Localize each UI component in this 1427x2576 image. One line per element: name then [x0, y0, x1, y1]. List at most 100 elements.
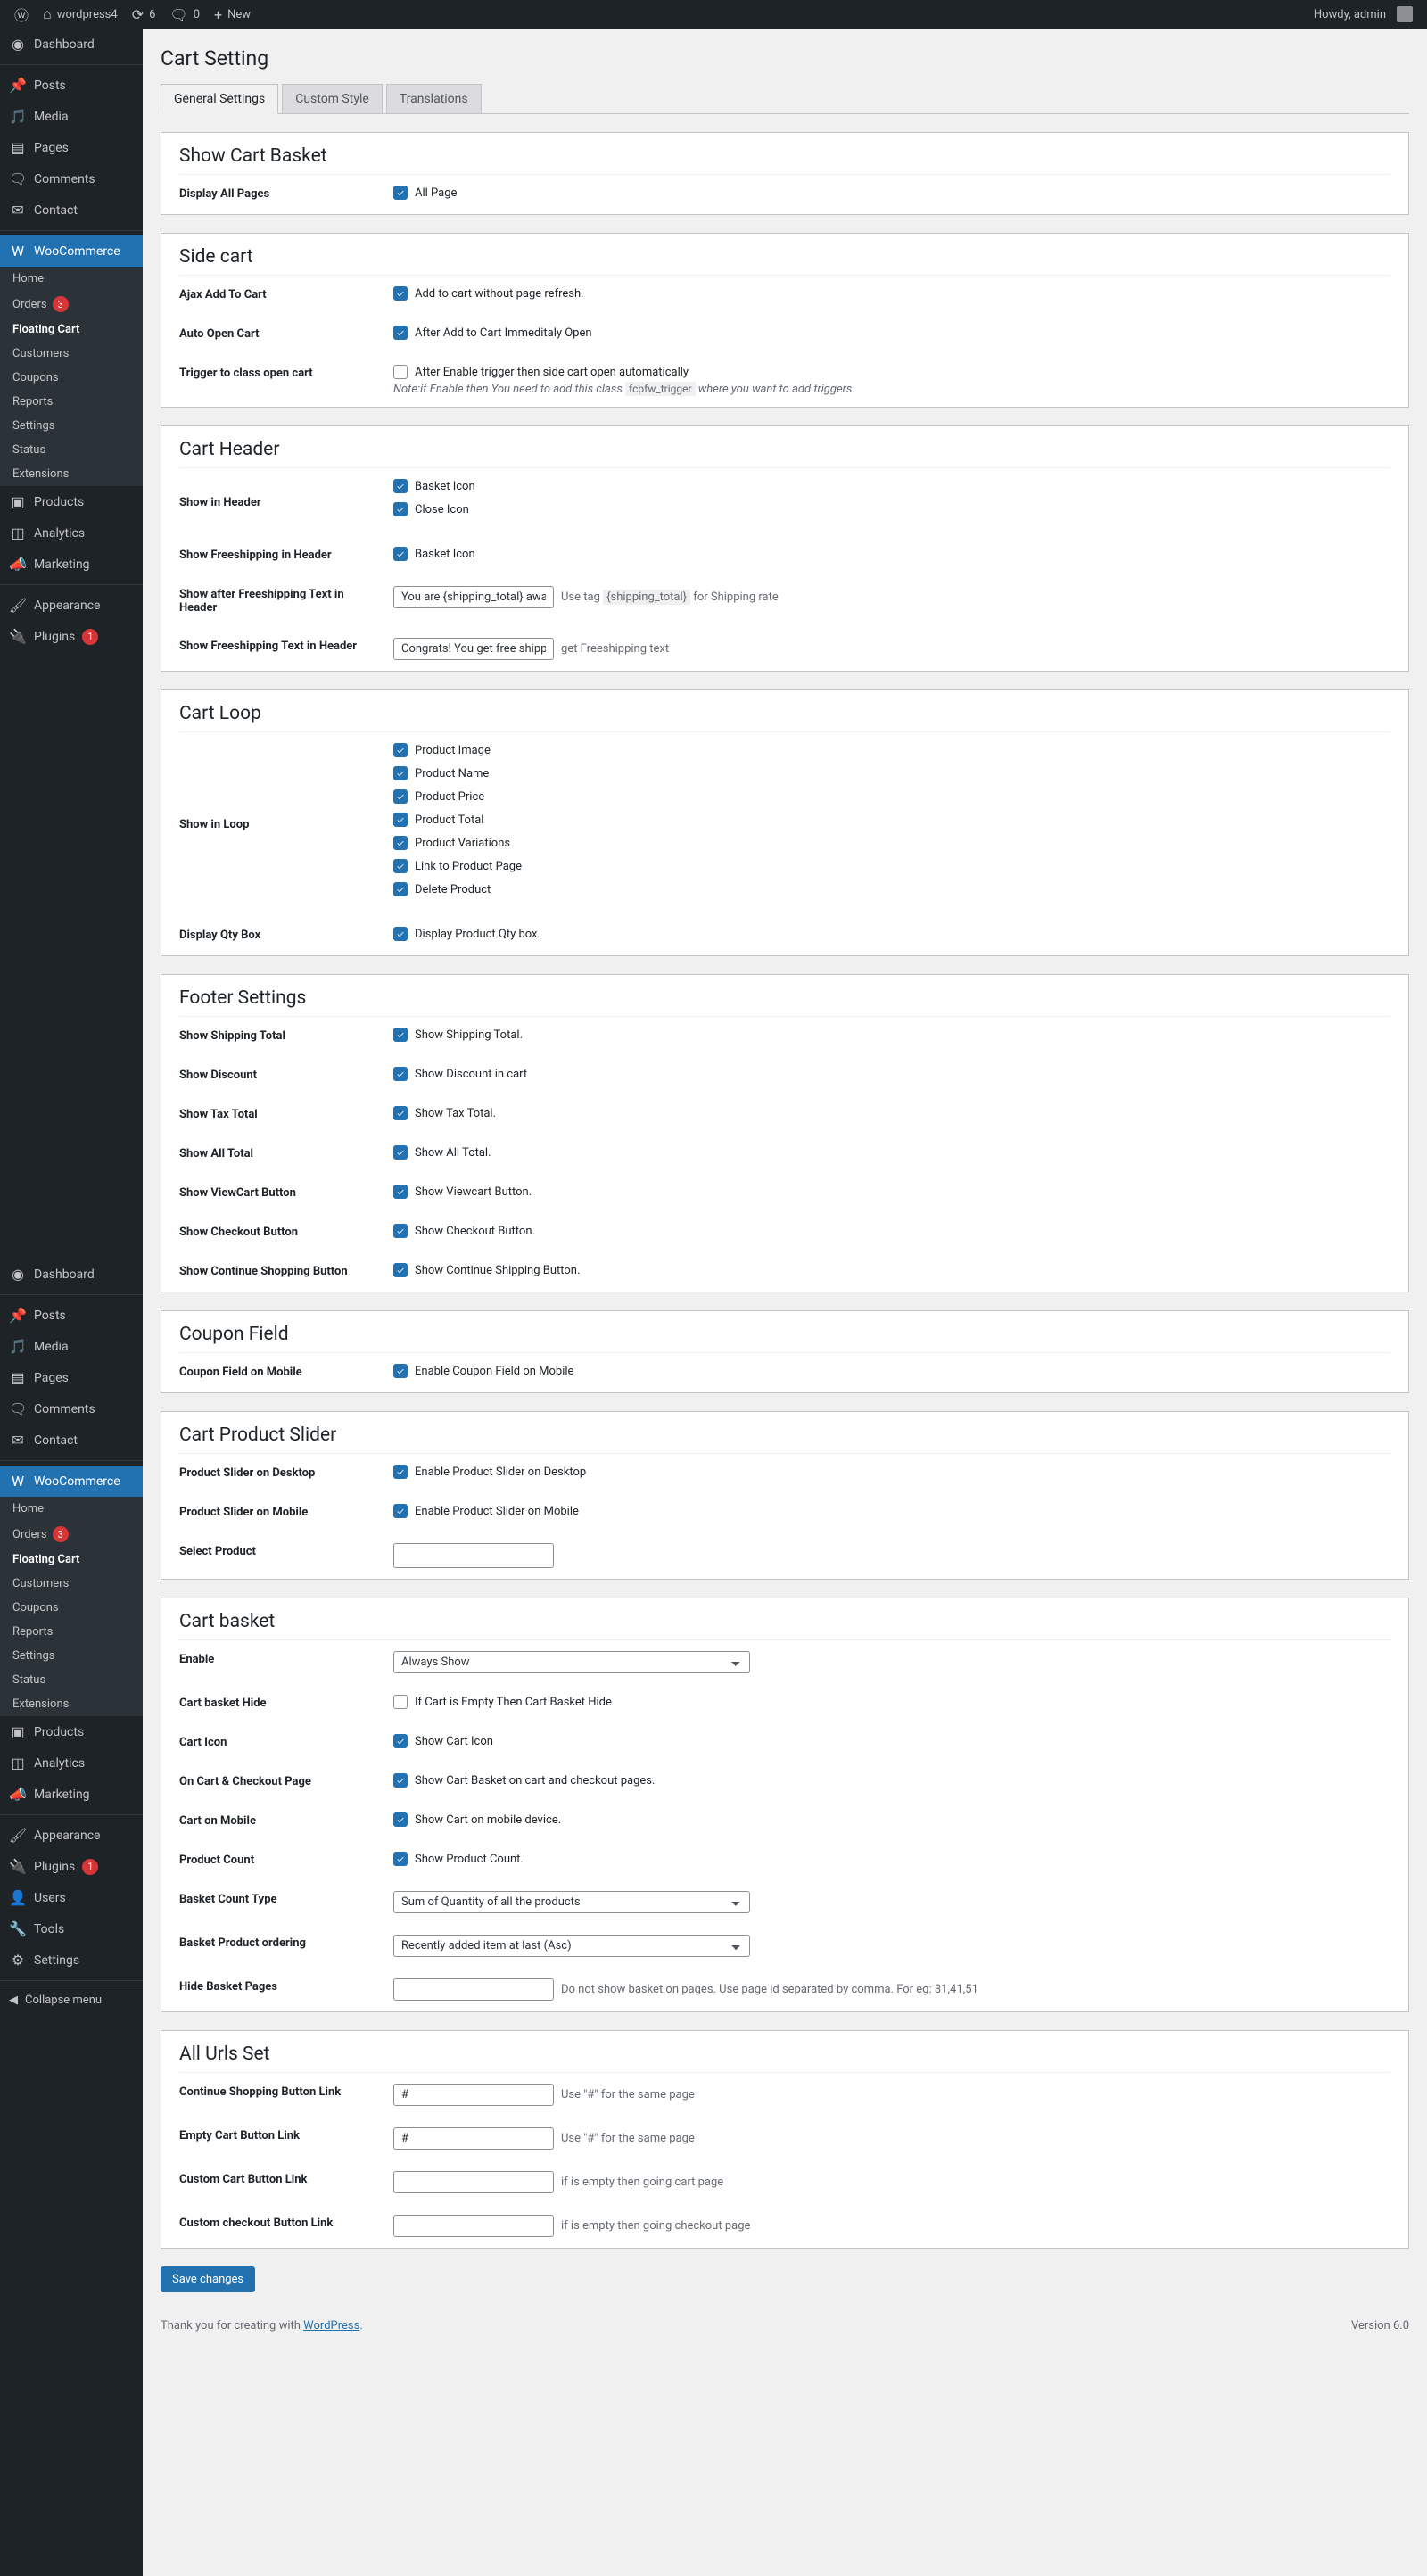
- menu-posts[interactable]: 📌Posts: [0, 70, 143, 101]
- text-input[interactable]: [393, 2084, 554, 2106]
- checkbox-row[interactable]: All Page: [393, 186, 1390, 200]
- footer-wp-link[interactable]: WordPress: [303, 2319, 359, 2332]
- submenu-woo-floating-cart[interactable]: Floating Cart: [0, 318, 143, 342]
- submenu-woo-customers2[interactable]: Customers: [0, 1572, 143, 1596]
- checkbox[interactable]: [393, 882, 408, 896]
- menu-analytics2[interactable]: ◫Analytics: [0, 1747, 143, 1779]
- collapse-menu[interactable]: ◀Collapse menu: [0, 1986, 143, 2014]
- checkbox-row[interactable]: Show Cart Icon: [393, 1734, 1390, 1748]
- checkbox[interactable]: [393, 743, 408, 757]
- menu-analytics[interactable]: ◫Analytics: [0, 517, 143, 549]
- checkbox[interactable]: [393, 1067, 408, 1081]
- checkbox-row[interactable]: Show Tax Total.: [393, 1106, 1390, 1120]
- updates[interactable]: ⟳6: [125, 0, 163, 29]
- menu-users[interactable]: 👤Users: [0, 1882, 143, 1913]
- submenu-woo-home2[interactable]: Home: [0, 1497, 143, 1521]
- checkbox[interactable]: [393, 479, 408, 493]
- submenu-woo-coupons2[interactable]: Coupons: [0, 1596, 143, 1620]
- submenu-woo-reports2[interactable]: Reports: [0, 1620, 143, 1644]
- text-input[interactable]: [393, 2127, 554, 2150]
- checkbox[interactable]: [393, 365, 408, 379]
- menu-contact2[interactable]: ✉Contact: [0, 1424, 143, 1456]
- checkbox[interactable]: [393, 502, 408, 516]
- select-product-input[interactable]: [393, 1543, 554, 1568]
- checkbox-row[interactable]: Show Cart Basket on cart and checkout pa…: [393, 1773, 1390, 1788]
- text-input[interactable]: [393, 638, 554, 660]
- checkbox-row[interactable]: Show Cart on mobile device.: [393, 1812, 1390, 1827]
- menu-posts2[interactable]: 📌Posts: [0, 1300, 143, 1331]
- checkbox-row[interactable]: Show Product Count.: [393, 1852, 1390, 1866]
- checkbox[interactable]: [393, 1465, 408, 1479]
- checkbox[interactable]: [393, 326, 408, 340]
- new-content[interactable]: +New: [207, 0, 258, 29]
- checkbox-row[interactable]: Product Variations: [393, 836, 1390, 850]
- menu-dashboard[interactable]: ◉Dashboard: [0, 29, 143, 60]
- checkbox[interactable]: [393, 1145, 408, 1160]
- checkbox[interactable]: [393, 286, 408, 301]
- select-input[interactable]: Recently added item at last (Asc): [393, 1935, 750, 1957]
- text-input[interactable]: [393, 1978, 554, 2001]
- select-input[interactable]: Always Show: [393, 1651, 750, 1673]
- text-input[interactable]: [393, 2171, 554, 2193]
- menu-appearance[interactable]: 🖌Appearance: [0, 590, 143, 621]
- checkbox[interactable]: [393, 766, 408, 780]
- checkbox-row[interactable]: Show All Total.: [393, 1145, 1390, 1160]
- my-account[interactable]: Howdy, admin: [1307, 0, 1420, 29]
- checkbox[interactable]: [393, 1504, 408, 1518]
- menu-appearance2[interactable]: 🖌Appearance: [0, 1820, 143, 1851]
- checkbox-row[interactable]: After Add to Cart Immeditaly Open: [393, 326, 1390, 340]
- submenu-woo-extensions2[interactable]: Extensions: [0, 1692, 143, 1716]
- checkbox-row[interactable]: Enable Product Slider on Desktop: [393, 1465, 1390, 1479]
- text-input[interactable]: [393, 2215, 554, 2237]
- menu-marketing2[interactable]: 📣Marketing: [0, 1779, 143, 1810]
- submenu-woo-status2[interactable]: Status: [0, 1668, 143, 1692]
- tab-translations[interactable]: Translations: [386, 84, 482, 113]
- checkbox[interactable]: [393, 1263, 408, 1277]
- checkbox[interactable]: [393, 789, 408, 804]
- checkbox[interactable]: [393, 186, 408, 200]
- comments[interactable]: 🗨0: [162, 0, 207, 29]
- checkbox-row[interactable]: Show Shipping Total.: [393, 1028, 1390, 1042]
- select-input[interactable]: Sum of Quantity of all the products: [393, 1891, 750, 1913]
- menu-tools[interactable]: 🔧Tools: [0, 1913, 143, 1944]
- submenu-woo-floating-cart2[interactable]: Floating Cart: [0, 1548, 143, 1572]
- menu-comments2[interactable]: 🗨Comments: [0, 1393, 143, 1424]
- checkbox[interactable]: [393, 1695, 408, 1709]
- menu-comments[interactable]: 🗨Comments: [0, 163, 143, 194]
- checkbox-row[interactable]: Product Total: [393, 813, 1390, 827]
- checkbox-row[interactable]: Basket Icon: [393, 479, 1390, 493]
- tab-custom-style[interactable]: Custom Style: [282, 84, 383, 113]
- checkbox-row[interactable]: Display Product Qty box.: [393, 927, 1390, 941]
- submenu-woo-status[interactable]: Status: [0, 438, 143, 462]
- checkbox-row[interactable]: Product Image: [393, 743, 1390, 757]
- checkbox-row[interactable]: Basket Icon: [393, 547, 1390, 561]
- menu-dashboard2[interactable]: ◉Dashboard: [0, 1259, 143, 1290]
- text-input[interactable]: [393, 586, 554, 608]
- checkbox[interactable]: [393, 1106, 408, 1120]
- checkbox-row[interactable]: Product Price: [393, 789, 1390, 804]
- checkbox[interactable]: [393, 813, 408, 827]
- checkbox-row[interactable]: Add to cart without page refresh.: [393, 286, 1390, 301]
- site-name[interactable]: ⌂wordpress4: [36, 0, 125, 29]
- menu-media[interactable]: 🎵Media: [0, 101, 143, 132]
- wp-logo[interactable]: ⓦ: [7, 0, 36, 29]
- checkbox-row[interactable]: After Enable trigger then side cart open…: [393, 365, 1390, 379]
- checkbox[interactable]: [393, 1852, 408, 1866]
- checkbox[interactable]: [393, 547, 408, 561]
- checkbox[interactable]: [393, 1812, 408, 1827]
- menu-plugins2[interactable]: 🔌Plugins1: [0, 1851, 143, 1882]
- menu-media2[interactable]: 🎵Media: [0, 1331, 143, 1362]
- checkbox[interactable]: [393, 1364, 408, 1378]
- submenu-woo-reports[interactable]: Reports: [0, 390, 143, 414]
- checkbox-row[interactable]: Enable Product Slider on Mobile: [393, 1504, 1390, 1518]
- checkbox-row[interactable]: Show Discount in cart: [393, 1067, 1390, 1081]
- checkbox-row[interactable]: Delete Product: [393, 882, 1390, 896]
- checkbox[interactable]: [393, 1185, 408, 1199]
- submenu-woo-orders2[interactable]: Orders3: [0, 1521, 143, 1548]
- submenu-woo-orders[interactable]: Orders3: [0, 291, 143, 318]
- menu-plugins[interactable]: 🔌Plugins1: [0, 621, 143, 652]
- checkbox[interactable]: [393, 859, 408, 873]
- submenu-woo-customers[interactable]: Customers: [0, 342, 143, 366]
- tab-general-settings[interactable]: General Settings: [161, 84, 278, 114]
- menu-settings[interactable]: ⚙Settings: [0, 1944, 143, 1976]
